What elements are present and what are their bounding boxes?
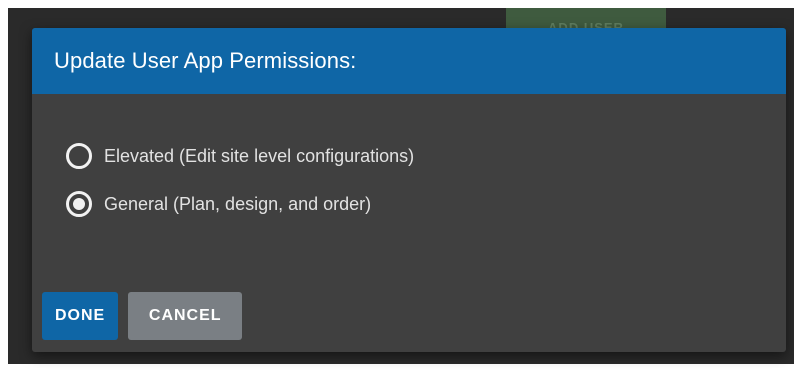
dialog-header: Update User App Permissions: — [32, 28, 786, 94]
permission-options: Elevated (Edit site level configurations… — [66, 143, 415, 240]
option-elevated[interactable]: Elevated (Edit site level configurations… — [66, 143, 415, 169]
option-general[interactable]: General (Plan, design, and order) — [66, 191, 414, 217]
cancel-button[interactable]: CANCEL — [128, 292, 243, 340]
done-button[interactable]: DONE — [42, 292, 119, 340]
radio-unchecked-icon[interactable] — [66, 143, 92, 169]
dialog-title: Update User App Permissions: — [54, 48, 357, 73]
option-elevated-label: Elevated (Edit site level configurations… — [104, 145, 415, 166]
radio-checked-icon[interactable] — [66, 191, 92, 217]
permissions-dialog: Update User App Permissions: Elevated (E… — [32, 28, 786, 352]
dialog-actions: DONE CANCEL — [42, 292, 243, 340]
option-general-label: General (Plan, design, and order) — [104, 193, 372, 214]
